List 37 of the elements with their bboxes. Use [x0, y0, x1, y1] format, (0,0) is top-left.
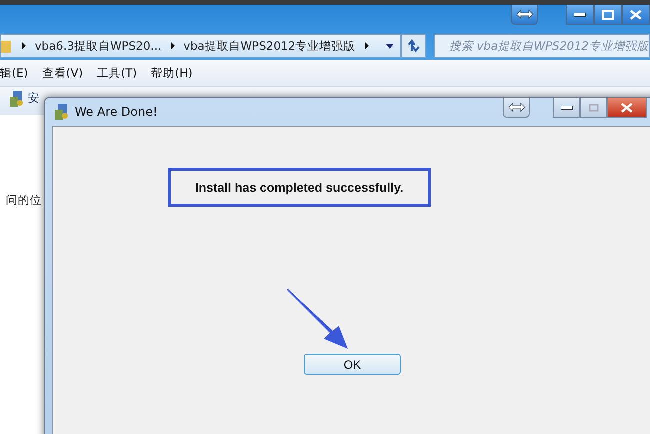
address-bar[interactable]: vba6.3提取自WPS20... vba提取自WPS2012专业增强版	[0, 34, 401, 58]
resize-button[interactable]	[503, 98, 530, 118]
chevron-icon	[364, 42, 370, 50]
close-button[interactable]	[622, 5, 650, 25]
dialog-title: We Are Done!	[75, 105, 158, 119]
refresh-icon	[406, 39, 422, 53]
folder-icon	[1, 39, 11, 53]
installer-icon	[10, 91, 24, 107]
breadcrumb[interactable]: vba提取自WPS2012专业增强版	[184, 38, 356, 54]
menu-item[interactable]: 查看(V)	[42, 66, 84, 80]
breadcrumb[interactable]: vba6.3提取自WPS20...	[35, 38, 162, 54]
minimize-icon	[560, 106, 572, 110]
close-button[interactable]	[607, 98, 647, 118]
maximize-icon	[602, 10, 614, 20]
minimize-button[interactable]	[566, 5, 594, 25]
menu-item[interactable]: 辑(E)	[0, 66, 28, 80]
refresh-button[interactable]	[400, 34, 426, 58]
resize-button[interactable]	[511, 5, 538, 25]
message-text: Install has completed successfully.	[195, 180, 404, 194]
chevron-icon	[21, 42, 27, 50]
ok-button[interactable]: OK	[304, 354, 401, 375]
pointer-arrow	[286, 289, 350, 351]
minimize-button[interactable]	[553, 98, 580, 118]
menu-item[interactable]: 帮助(H)	[151, 66, 193, 80]
chevron-icon	[170, 42, 176, 50]
close-icon	[630, 10, 642, 20]
maximize-icon	[588, 104, 598, 112]
dropdown-icon	[386, 44, 394, 48]
maximize-button[interactable]	[594, 5, 622, 25]
menu-item[interactable]: 工具(T)	[97, 66, 138, 80]
toolbar-button[interactable]: 安	[28, 91, 40, 106]
close-icon	[621, 102, 633, 112]
double-arrow-icon	[508, 103, 524, 112]
nav-item[interactable]: 问的位	[6, 193, 42, 207]
installer-icon	[55, 104, 69, 120]
minimize-icon	[574, 12, 586, 16]
double-arrow-icon	[516, 10, 532, 19]
